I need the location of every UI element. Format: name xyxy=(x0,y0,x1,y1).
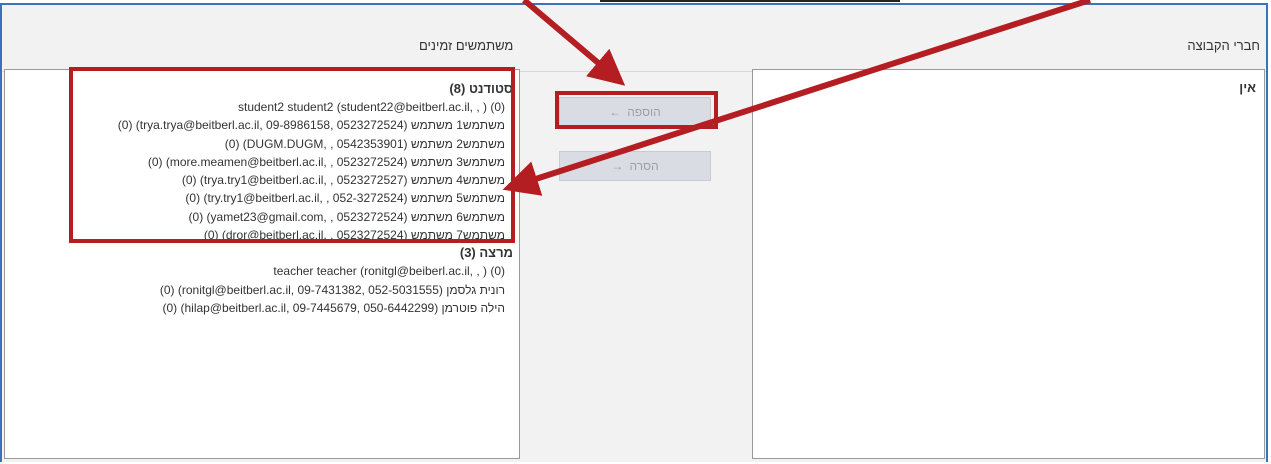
members-empty-label: אין xyxy=(1239,80,1256,95)
current-members-select[interactable]: אין xyxy=(752,69,1265,459)
remove-button[interactable]: הסרה → xyxy=(559,151,711,181)
optgroup-lecturer: מרצה (3) teacher teacher (ronitgl@beiber… xyxy=(5,244,519,317)
arrow-right-icon: → xyxy=(611,159,624,173)
user-option[interactable]: teacher teacher (ronitgl@beiberl.ac.il, … xyxy=(5,262,519,280)
optgroup-title: מרצה (3) xyxy=(459,245,513,261)
potential-header-label: משתמשים זמינים xyxy=(419,38,514,53)
panel-header: חברי הקבוצה משתמשים זמינים xyxy=(2,5,1266,72)
user-option[interactable]: הילה פוטרמן (hilap@beitberl.ac.il, 09-74… xyxy=(5,299,519,317)
remove-button-label: הסרה xyxy=(629,159,659,173)
highlight-box-users xyxy=(69,67,515,243)
highlight-box-add-button xyxy=(555,91,718,129)
user-option[interactable]: רונית גלסמן (ronitgl@beitberl.ac.il, 09-… xyxy=(5,281,519,299)
members-header-label: חברי הקבוצה xyxy=(1187,38,1260,53)
